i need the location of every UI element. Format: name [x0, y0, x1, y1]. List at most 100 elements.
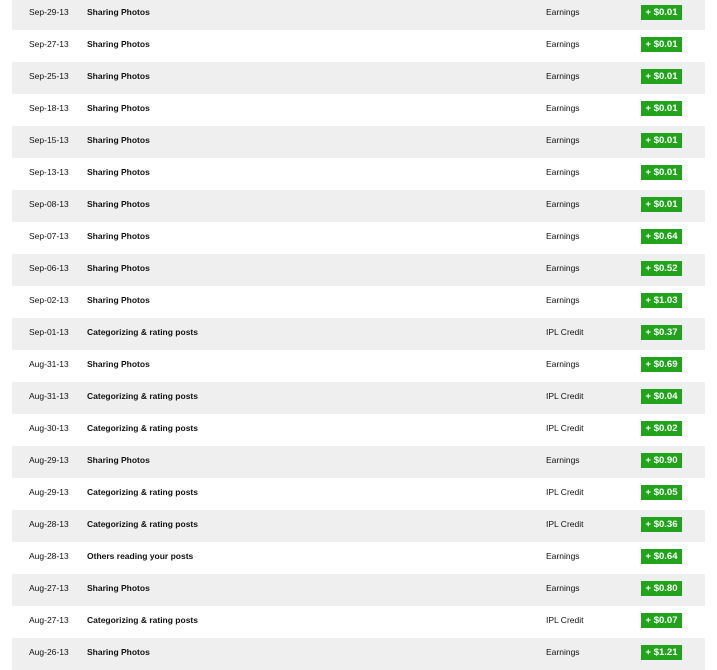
transaction-type: Earnings	[546, 263, 580, 273]
transaction-date: Aug-29-13	[29, 487, 69, 497]
transaction-type: Earnings	[546, 231, 580, 241]
transaction-amount-badge: + $0.01	[641, 5, 682, 20]
transaction-row: Aug-31-13 Categorizing & rating posts IPL …	[12, 382, 705, 414]
transaction-type: Earnings	[546, 583, 580, 593]
transaction-type: IPL Credit	[546, 327, 584, 337]
transaction-row: Aug-27-13 Categorizing & rating posts IPL …	[12, 606, 705, 638]
transaction-date: Aug-28-13	[29, 519, 69, 529]
transaction-description: Sharing Photos	[87, 7, 150, 17]
transaction-description: Sharing Photos	[87, 103, 150, 113]
transaction-amount-badge: + $0.01	[641, 69, 682, 84]
transaction-description: Sharing Photos	[87, 231, 150, 241]
transaction-row: Sep-07-13 Sharing Photos Earnings + $0.64	[12, 222, 705, 254]
transaction-row: Aug-28-13 Categorizing & rating posts IPL …	[12, 510, 705, 542]
transaction-amount-badge: + $0.07	[641, 613, 682, 628]
transaction-description: Categorizing & rating posts	[87, 423, 198, 433]
transaction-amount-badge: + $0.69	[641, 357, 682, 372]
transaction-date: Aug-28-13	[29, 551, 69, 561]
transaction-type: Earnings	[546, 647, 580, 657]
transaction-type: Earnings	[546, 295, 580, 305]
transaction-description: Others reading your posts	[87, 551, 194, 561]
transaction-date: Aug-29-13	[29, 455, 69, 465]
transaction-row: Aug-29-13 Categorizing & rating posts IPL …	[12, 478, 705, 510]
transaction-date: Aug-27-13	[29, 615, 69, 625]
transaction-row: Aug-28-13 Others reading your posts Earnin…	[12, 542, 705, 574]
transaction-amount-badge: + $0.05	[641, 485, 682, 500]
transaction-amount-badge: + $0.64	[641, 549, 682, 564]
transaction-description: Sharing Photos	[87, 455, 150, 465]
transaction-amount-badge: + $0.37	[641, 325, 682, 340]
transaction-date: Aug-31-13	[29, 359, 69, 369]
transaction-date: Sep-02-13	[29, 295, 69, 305]
transaction-amount-badge: + $0.04	[641, 389, 682, 404]
transaction-description: Categorizing & rating posts	[87, 487, 198, 497]
transaction-row: Sep-18-13 Sharing Photos Earnings + $0.01	[12, 94, 705, 126]
transaction-type: Earnings	[546, 551, 580, 561]
transaction-description: Sharing Photos	[87, 135, 150, 145]
transaction-date: Sep-18-13	[29, 103, 69, 113]
transaction-row: Sep-13-13 Sharing Photos Earnings + $0.01	[12, 158, 705, 190]
transaction-date: Sep-27-13	[29, 39, 69, 49]
transaction-date: Sep-13-13	[29, 167, 69, 177]
transaction-amount-badge: + $0.36	[641, 517, 682, 532]
transaction-amount-badge: + $0.02	[641, 421, 682, 436]
transaction-amount-badge: + $0.01	[641, 197, 682, 212]
transaction-description: Categorizing & rating posts	[87, 519, 198, 529]
transaction-date: Sep-06-13	[29, 263, 69, 273]
transaction-description: Sharing Photos	[87, 647, 150, 657]
transaction-date: Aug-31-13	[29, 391, 69, 401]
transaction-type: Earnings	[546, 167, 580, 177]
transaction-row: Aug-30-13 Categorizing & rating posts IPL …	[12, 414, 705, 446]
transaction-amount-badge: + $0.01	[641, 37, 682, 52]
transaction-description: Sharing Photos	[87, 71, 150, 81]
transaction-type: Earnings	[546, 71, 580, 81]
transaction-type: Earnings	[546, 7, 580, 17]
transaction-row: Sep-27-13 Sharing Photos Earnings + $0.01	[12, 30, 705, 62]
transaction-row: Sep-06-13 Sharing Photos Earnings + $0.52	[12, 254, 705, 286]
transaction-date: Sep-07-13	[29, 231, 69, 241]
transaction-type: IPL Credit	[546, 615, 584, 625]
transaction-type: Earnings	[546, 359, 580, 369]
transaction-row: Aug-29-13 Sharing Photos Earnings + $0.90	[12, 446, 705, 478]
transaction-date: Sep-08-13	[29, 199, 69, 209]
transaction-description: Sharing Photos	[87, 39, 150, 49]
transaction-description: Categorizing & rating posts	[87, 615, 198, 625]
transaction-type: IPL Credit	[546, 519, 584, 529]
transaction-date: Aug-27-13	[29, 583, 69, 593]
transaction-amount-badge: + $0.64	[641, 229, 682, 244]
transaction-type: Earnings	[546, 455, 580, 465]
transaction-row: Aug-26-13 Sharing Photos Earnings + $1.21	[12, 638, 705, 670]
transaction-type: Earnings	[546, 103, 580, 113]
transaction-description: Sharing Photos	[87, 359, 150, 369]
transaction-description: Categorizing & rating posts	[87, 391, 198, 401]
transaction-amount-badge: + $0.52	[641, 261, 682, 276]
transaction-row: Sep-25-13 Sharing Photos Earnings + $0.01	[12, 62, 705, 94]
transaction-date: Sep-25-13	[29, 71, 69, 81]
transaction-row: Sep-15-13 Sharing Photos Earnings + $0.01	[12, 126, 705, 158]
transaction-amount-badge: + $0.80	[641, 581, 682, 596]
transaction-type: IPL Credit	[546, 487, 584, 497]
transaction-row: Sep-02-13 Sharing Photos Earnings + $1.03	[12, 286, 705, 318]
transaction-description: Sharing Photos	[87, 263, 150, 273]
transaction-amount-badge: + $0.90	[641, 453, 682, 468]
transaction-type: Earnings	[546, 199, 580, 209]
transaction-description: Sharing Photos	[87, 199, 150, 209]
transaction-amount-badge: + $0.01	[641, 101, 682, 116]
transaction-amount-badge: + $1.03	[641, 293, 682, 308]
transaction-description: Sharing Photos	[87, 583, 150, 593]
transaction-description: Categorizing & rating posts	[87, 327, 198, 337]
transaction-date: Aug-26-13	[29, 647, 69, 657]
transaction-description: Sharing Photos	[87, 167, 150, 177]
transaction-row: Aug-31-13 Sharing Photos Earnings + $0.69	[12, 350, 705, 382]
transaction-type: Earnings	[546, 39, 580, 49]
transaction-row: Sep-29-13 Sharing Photos Earnings + $0.01	[12, 0, 705, 30]
transaction-type: IPL Credit	[546, 391, 584, 401]
transaction-amount-badge: + $0.01	[641, 133, 682, 148]
transaction-date: Aug-30-13	[29, 423, 69, 433]
transaction-date: Sep-01-13	[29, 327, 69, 337]
transaction-amount-badge: + $0.01	[641, 165, 682, 180]
transaction-row: Sep-01-13 Categorizing & rating posts IPL …	[12, 318, 705, 350]
transaction-type: IPL Credit	[546, 423, 584, 433]
transaction-type: Earnings	[546, 135, 580, 145]
transaction-row: Sep-08-13 Sharing Photos Earnings + $0.01	[12, 190, 705, 222]
